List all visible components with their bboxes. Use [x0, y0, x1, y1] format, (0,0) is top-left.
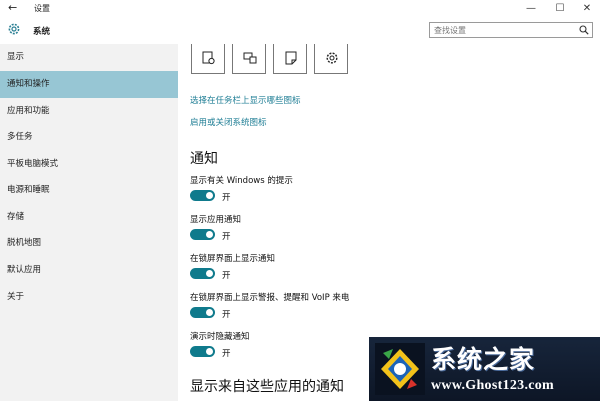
toggle-knob	[206, 348, 213, 355]
quick-action-tile-tablet-mode[interactable]	[191, 44, 225, 74]
setting-label-hide-when-presenting: 演示时隐藏通知	[190, 332, 250, 342]
maximize-button[interactable]: ☐	[547, 0, 573, 17]
watermark-title: 系统之家	[431, 345, 536, 374]
toggle-knob	[206, 192, 213, 199]
toggle-app-notifications[interactable]	[190, 229, 215, 240]
project-icon	[243, 52, 257, 64]
sidebar-item-notifications-actions[interactable]: 通知和操作	[0, 71, 178, 98]
toggle-lock-screen-alarms[interactable]	[190, 307, 215, 318]
toggle-hide-when-presenting[interactable]	[190, 346, 215, 357]
quick-action-tile-note[interactable]	[273, 44, 307, 74]
toggle-knob	[206, 270, 213, 277]
sidebar: 显示 通知和操作 应用和功能 多任务 平板电脑模式 电源和睡眠 存储 脱机地图 …	[0, 44, 178, 401]
sidebar-item-apps-features[interactable]: 应用和功能	[0, 98, 178, 125]
sidebar-item-about[interactable]: 关于	[0, 284, 178, 311]
watermark-banner: 系统之家 www.Ghost123.com	[369, 337, 600, 401]
toggle-state-label: 开	[222, 271, 231, 281]
search-icon[interactable]	[579, 25, 589, 35]
close-button[interactable]: ✕	[574, 0, 600, 17]
watermark-url: www.Ghost123.com	[431, 378, 555, 393]
search-box[interactable]	[429, 22, 593, 38]
toggle-state-label: 开	[222, 349, 231, 359]
toggle-state-label: 开	[222, 310, 231, 320]
quick-action-tile-settings[interactable]	[314, 44, 348, 74]
app-notifications-heading: 显示来自这些应用的通知	[190, 379, 344, 395]
toggle-knob	[206, 231, 213, 238]
notifications-heading: 通知	[190, 151, 218, 167]
note-icon	[285, 51, 297, 65]
sidebar-item-multitasking[interactable]: 多任务	[0, 124, 178, 151]
back-button[interactable]: ←	[8, 1, 17, 14]
title-bar: ← 设置 — ☐ ✕	[0, 0, 600, 17]
sidebar-item-power-sleep[interactable]: 电源和睡眠	[0, 177, 178, 204]
minimize-button[interactable]: —	[518, 0, 544, 17]
gear-icon	[8, 23, 20, 35]
sidebar-item-display[interactable]: 显示	[0, 44, 178, 71]
setting-label-lock-screen-notifications: 在锁屏界面上显示通知	[190, 254, 276, 264]
toggle-state-label: 开	[222, 232, 231, 242]
taskbar-icons-link[interactable]: 选择在任务栏上显示哪些图标	[190, 94, 301, 106]
search-input[interactable]	[434, 24, 574, 36]
setting-label-app-notifications: 显示应用通知	[190, 215, 242, 225]
system-icons-link[interactable]: 启用或关闭系统图标	[190, 116, 267, 128]
setting-label-windows-tips: 显示有关 Windows 的提示	[190, 176, 293, 186]
toggle-knob	[206, 309, 213, 316]
logo-icon	[375, 343, 425, 395]
quick-action-tile-project[interactable]	[232, 44, 266, 74]
sidebar-item-tablet-mode[interactable]: 平板电脑模式	[0, 151, 178, 178]
sidebar-item-default-apps[interactable]: 默认应用	[0, 257, 178, 284]
settings-icon	[326, 52, 338, 64]
page-title: 系统	[33, 27, 51, 37]
tablet-mode-icon	[202, 51, 215, 65]
toggle-windows-tips[interactable]	[190, 190, 215, 201]
toggle-state-label: 开	[222, 193, 231, 203]
sidebar-item-offline-maps[interactable]: 脱机地图	[0, 230, 178, 257]
sidebar-item-storage[interactable]: 存储	[0, 204, 178, 231]
page-header: 系统	[0, 17, 600, 44]
window-title: 设置	[34, 4, 50, 13]
toggle-lock-screen-notifications[interactable]	[190, 268, 215, 279]
setting-label-lock-screen-alarms: 在锁屏界面上显示警报、提醒和 VoIP 来电	[190, 293, 350, 303]
